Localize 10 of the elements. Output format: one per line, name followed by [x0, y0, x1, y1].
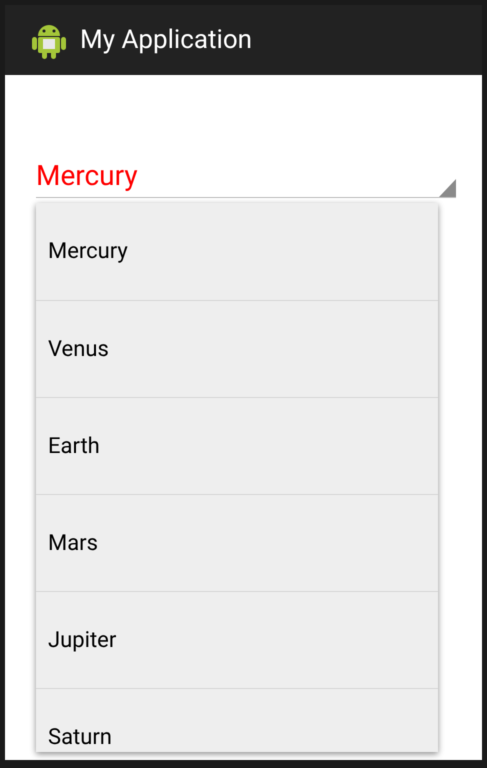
corner-triangle-icon — [439, 179, 456, 197]
app-title: My Application — [80, 24, 252, 56]
dropdown-item[interactable]: Venus — [36, 300, 438, 397]
dropdown-item[interactable]: Mercury — [36, 203, 438, 300]
dropdown-item[interactable]: Jupiter — [36, 591, 438, 688]
spinner-value: Mercury — [36, 158, 138, 194]
spinner[interactable]: Mercury — [36, 145, 456, 198]
dropdown-item[interactable]: Saturn — [36, 688, 438, 752]
dropdown-item[interactable]: Earth — [36, 397, 438, 494]
dropdown-item[interactable]: Mars — [36, 494, 438, 591]
